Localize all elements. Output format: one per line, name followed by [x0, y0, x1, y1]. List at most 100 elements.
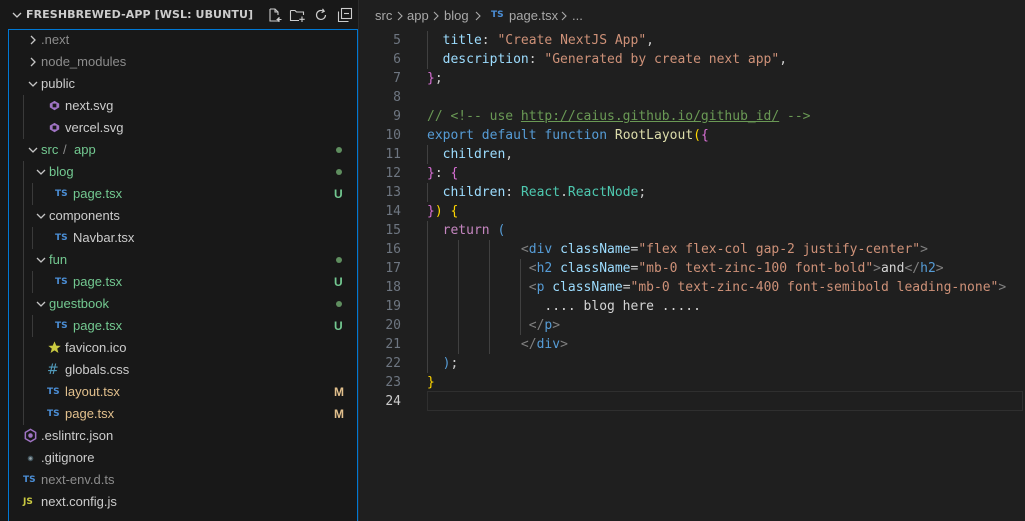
git-status-badge: U — [334, 275, 343, 289]
breadcrumb: src app blog TS page.tsx ... — [360, 0, 1025, 30]
tree-item-blog[interactable]: blog — [9, 161, 357, 183]
explorer-sidebar: FRESHBREWED-APP [WSL: UBUNTU] .next node_… — [0, 0, 359, 521]
line-number: 22 — [385, 356, 401, 371]
tree-item-label: src — [41, 142, 59, 157]
collapse-all-icon[interactable] — [337, 7, 353, 23]
line-number: 9 — [393, 109, 401, 124]
code-line[interactable]: <h2 className="mb-0 text-zinc-100 font-b… — [427, 259, 944, 278]
breadcrumb-blog[interactable]: blog — [444, 8, 469, 23]
editor-pane: src app blog TS page.tsx ... 5 6 7 8 9 10 11 12… — [360, 0, 1025, 521]
typescript-file-icon: TS — [55, 189, 68, 199]
indent-guide — [458, 240, 459, 354]
code-line[interactable]: ); — [427, 354, 459, 373]
code-line[interactable]: children, — [427, 145, 513, 164]
tree-item-label: next.config.js — [41, 494, 117, 509]
tree-item-layout-tsx[interactable]: TS layout.tsx M — [9, 381, 357, 403]
line-number: 20 — [385, 318, 401, 333]
chevron-down-icon[interactable] — [10, 8, 24, 22]
line-number: 10 — [385, 128, 401, 143]
tree-item-src[interactable]: src / app — [9, 139, 357, 161]
chevron-down-icon[interactable] — [26, 143, 40, 157]
code-line[interactable]: // <!-- use http://caius.github.io/githu… — [427, 107, 811, 126]
tree-item-page-tsx[interactable]: TS page.tsx U — [9, 183, 357, 205]
line-number: 7 — [393, 71, 401, 86]
chevron-down-icon[interactable] — [26, 77, 40, 91]
breadcrumb-file[interactable]: page.tsx — [509, 8, 558, 23]
tree-item-gitignore[interactable]: .gitignore — [9, 447, 357, 469]
chevron-down-icon[interactable] — [34, 297, 48, 311]
chevron-down-icon[interactable] — [34, 209, 48, 223]
code-line[interactable]: </div> — [427, 335, 568, 354]
indent-guide — [32, 227, 33, 249]
tree-item-next-env-d-ts[interactable]: TS next-env.d.ts — [9, 469, 357, 491]
tree-item-guestbook[interactable]: guestbook — [9, 293, 357, 315]
chevron-right-icon — [561, 11, 567, 21]
git-status-badge: U — [334, 319, 343, 333]
chevron-right-icon[interactable] — [26, 33, 40, 47]
tree-item-next-config-js[interactable]: JS next.config.js — [9, 491, 357, 513]
git-icon — [27, 455, 34, 462]
code-line[interactable]: <p className="mb-0 text-zinc-400 font-se… — [427, 278, 1006, 297]
tree-item-node-modules[interactable]: node_modules — [9, 51, 357, 73]
code-line[interactable]: .... blog here ..... — [427, 297, 701, 316]
tree-item-next-svg[interactable]: next.svg — [9, 95, 357, 117]
tree-item-page-tsx[interactable]: TS page.tsx M — [9, 403, 357, 425]
tree-item-eslintrc-json[interactable]: .eslintrc.json — [9, 425, 357, 447]
line-number: 23 — [385, 375, 401, 390]
typescript-file-icon: TS — [47, 409, 60, 419]
tree-item-components[interactable]: components — [9, 205, 357, 227]
chevron-down-icon[interactable] — [34, 165, 48, 179]
code-line[interactable]: }; — [427, 69, 443, 88]
tree-item-next[interactable]: .next — [9, 29, 357, 51]
explorer-title: FRESHBREWED-APP [WSL: UBUNTU] — [26, 8, 254, 21]
tree-item-label: fun — [49, 252, 68, 267]
tree-item-label: page.tsx — [65, 406, 115, 421]
indent-guide — [32, 271, 33, 293]
line-number: 19 — [385, 299, 401, 314]
indent-guide — [23, 161, 24, 425]
code-line[interactable]: description: "Generated by create next a… — [427, 50, 787, 69]
indent-guide — [427, 31, 428, 69]
tree-item-label: next.svg — [65, 98, 114, 113]
tree-item-navbar-tsx[interactable]: TS Navbar.tsx — [9, 227, 357, 249]
code-line[interactable]: }) { — [427, 202, 458, 221]
chevron-right-icon — [397, 11, 403, 21]
code-line[interactable]: export default function RootLayout({ — [427, 126, 709, 145]
indent-guide — [32, 183, 33, 205]
code-area[interactable]: title: "Create NextJS App", description:… — [427, 30, 1025, 521]
typescript-file-icon: TS — [55, 277, 68, 287]
code-line[interactable]: } — [427, 373, 435, 392]
new-file-icon[interactable] — [266, 7, 282, 23]
breadcrumb-symbol[interactable]: ... — [572, 8, 583, 23]
line-number: 18 — [385, 280, 401, 295]
code-line[interactable]: <div className="flex flex-col gap-2 just… — [427, 240, 928, 259]
tree-item-vercel-svg[interactable]: vercel.svg — [9, 117, 357, 139]
line-number: 15 — [385, 223, 401, 238]
code-line[interactable]: children: React.ReactNode; — [427, 183, 647, 202]
chevron-right-icon[interactable] — [26, 55, 40, 69]
tree-item-fun[interactable]: fun — [9, 249, 357, 271]
tree-item-label: .eslintrc.json — [41, 428, 114, 443]
svg-file-icon — [49, 122, 60, 133]
chevron-down-icon[interactable] — [34, 253, 48, 267]
code-line[interactable]: }: { — [427, 164, 458, 183]
explorer-header[interactable]: FRESHBREWED-APP [WSL: UBUNTU] — [0, 0, 358, 30]
git-status-badge: M — [334, 385, 344, 399]
breadcrumb-app[interactable]: app — [407, 8, 429, 23]
tree-item-globals-css[interactable]: # globals.css — [9, 359, 357, 381]
git-status-badge: M — [334, 407, 344, 421]
indent-guide — [427, 221, 428, 373]
code-line[interactable]: title: "Create NextJS App", — [427, 31, 654, 50]
breadcrumb-src[interactable]: src — [375, 8, 392, 23]
tree-item-public[interactable]: public — [9, 73, 357, 95]
indent-guide — [427, 145, 428, 164]
line-number: 17 — [385, 261, 401, 276]
tree-item-page-tsx[interactable]: TS page.tsx U — [9, 315, 357, 337]
tree-item-favicon-ico[interactable]: favicon.ico — [9, 337, 357, 359]
refresh-icon[interactable] — [313, 7, 329, 23]
tree-item-label: components — [49, 208, 120, 223]
code-line[interactable]: return ( — [427, 221, 506, 240]
code-line[interactable]: </p> — [427, 316, 560, 335]
new-folder-icon[interactable] — [289, 7, 305, 23]
tree-item-page-tsx[interactable]: TS page.tsx U — [9, 271, 357, 293]
